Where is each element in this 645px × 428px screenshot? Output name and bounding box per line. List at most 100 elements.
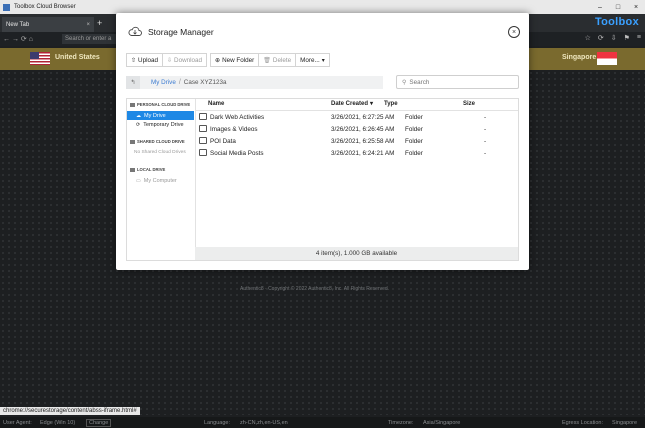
date-cell: 3/26/2021, 6:26:45 AM <box>331 126 395 133</box>
download-label: Download <box>174 56 203 64</box>
folder-name-label: POI Data <box>210 138 236 145</box>
table-row[interactable]: Images & Videos 3/26/2021, 6:26:45 AM Fo… <box>195 124 518 135</box>
close-icon: × <box>511 28 517 36</box>
delete-button[interactable]: 🗑 Delete <box>258 53 297 67</box>
app-icon <box>3 3 10 11</box>
file-browser-panel: PERSONAL CLOUD DRIVE ☁ My Drive ⟳ Tempor… <box>126 98 519 261</box>
language-label: Language: <box>204 419 230 426</box>
column-type[interactable]: Type <box>384 99 398 110</box>
cloud-icon: ☁ <box>136 112 141 119</box>
timezone-label: Timezone: <box>388 419 414 426</box>
folder-icon <box>199 137 207 144</box>
size-cell: - <box>484 114 487 121</box>
folder-name: POI Data <box>199 136 236 147</box>
browser-tab[interactable]: New Tab × <box>2 17 94 32</box>
drive-sidebar: PERSONAL CLOUD DRIVE ☁ My Drive ⟳ Tempor… <box>127 99 196 260</box>
download-icon[interactable]: ⇩ <box>611 34 617 42</box>
type-cell: Folder <box>405 126 423 133</box>
bookmark-icon[interactable]: ☆ <box>585 34 591 42</box>
size-cell: - <box>484 126 487 133</box>
maximize-button[interactable]: □ <box>609 0 627 14</box>
upload-label: Upload <box>138 56 158 64</box>
search-box: ⚲ <box>396 75 519 89</box>
close-dialog-button[interactable]: × <box>508 26 520 38</box>
user-agent-change-select[interactable]: Change <box>86 418 112 427</box>
user-icon <box>130 102 135 107</box>
table-row[interactable]: Social Media Posts 3/26/2021, 6:24:21 AM… <box>195 148 518 159</box>
sync-icon[interactable]: ⟳ <box>598 34 604 42</box>
add-icon: ⊕ <box>215 57 221 64</box>
sidebar-item-temporary-drive[interactable]: ⟳ Temporary Drive <box>127 120 194 129</box>
local-drive-header: LOCAL DRIVE <box>130 167 165 172</box>
column-date-created[interactable]: Date Created <box>331 99 368 110</box>
user-agent-label: User Agent: <box>3 419 32 426</box>
breadcrumb-my-drive[interactable]: My Drive <box>151 79 176 86</box>
window-controls: – □ × <box>591 0 645 14</box>
table-row[interactable]: Dark Web Activities 3/26/2021, 6:27:25 A… <box>195 112 518 123</box>
egress-country: Singapore <box>562 54 597 61</box>
new-tab-button[interactable]: + <box>97 18 107 29</box>
more-label: More... <box>300 56 320 64</box>
trash-icon: 🗑 <box>263 57 271 64</box>
table-row[interactable]: POI Data 3/26/2021, 6:25:58 AM Folder - <box>195 136 518 147</box>
column-size[interactable]: Size <box>463 99 475 110</box>
sidebar-item-label: Temporary Drive <box>143 121 184 128</box>
shared-drive-header: SHARED CLOUD DRIVE <box>130 139 185 144</box>
breadcrumb: ↰ My Drive / Case XYZ123a <box>126 76 383 89</box>
folder-name-label: Dark Web Activities <box>210 114 265 121</box>
sidebar-item-my-drive[interactable]: ☁ My Drive <box>127 111 194 120</box>
computer-icon <box>130 167 135 172</box>
search-input[interactable] <box>409 78 510 86</box>
folder-up-icon: ↰ <box>130 80 136 86</box>
date-cell: 3/26/2021, 6:25:58 AM <box>331 138 395 145</box>
folder-icon <box>199 149 207 156</box>
close-window-button[interactable]: × <box>627 0 645 14</box>
group-icon <box>130 139 135 144</box>
personal-drive-header-label: PERSONAL CLOUD DRIVE <box>137 102 191 107</box>
cloud-storage-icon <box>128 26 142 36</box>
user-agent-value: Edge (Win 10) <box>40 419 76 426</box>
tab-title: New Tab <box>6 21 30 28</box>
sidebar-item-label: My Drive <box>144 112 166 119</box>
download-button[interactable]: ⇩ Download <box>162 53 208 67</box>
date-cell: 3/26/2021, 6:24:21 AM <box>331 150 395 157</box>
breadcrumb-separator: / <box>178 79 181 86</box>
brand-logo: Toolbox <box>594 16 639 28</box>
folder-icon <box>199 125 207 132</box>
shared-drive-empty-text: No Shared Cloud Drives <box>134 150 186 155</box>
address-input[interactable]: Search or enter a <box>62 34 119 44</box>
new-folder-button[interactable]: ⊕ New Folder <box>210 53 260 67</box>
refresh-icon: ⟳ <box>136 121 141 128</box>
page-footnote: Authentic8 · Copyright © 2022 Authentic8… <box>240 286 390 292</box>
upload-button[interactable]: ⇧ Upload <box>126 53 163 67</box>
download-icon: ⇩ <box>167 57 173 64</box>
date-cell: 3/26/2021, 6:27:25 AM <box>331 114 395 121</box>
egress-location-value: Singapore <box>612 419 638 426</box>
origin-country: United States <box>55 54 100 61</box>
folder-icon <box>199 113 207 120</box>
parent-folder-button[interactable]: ↰ <box>126 76 140 89</box>
menu-icon[interactable]: ≡ <box>637 34 641 42</box>
sidebar-item-label: My Computer <box>143 177 177 184</box>
dialog-title: Storage Manager <box>148 27 214 37</box>
search-icon: ⚲ <box>402 79 407 86</box>
browser-tools: ☆ ⟳ ⇩ ⚑ ≡ <box>585 34 641 42</box>
file-table: Name Date Created ▾ Type Size Dark Web A… <box>195 99 518 260</box>
folder-name: Dark Web Activities <box>199 112 264 123</box>
minimize-button[interactable]: – <box>591 0 609 14</box>
new-folder-label: New Folder <box>222 56 255 64</box>
more-button[interactable]: More... ▾ <box>295 53 330 67</box>
singapore-flag-icon <box>597 52 617 65</box>
sidebar-item-my-computer[interactable]: ▭ My Computer <box>127 176 194 185</box>
monitor-icon: ▭ <box>136 177 141 184</box>
timezone-value: Asia/Singapore <box>423 419 461 426</box>
type-cell: Folder <box>405 150 423 157</box>
storage-summary: 4 item(s), 1.000 GB available <box>195 247 518 260</box>
breadcrumb-current-folder: Case XYZ123a <box>183 79 227 86</box>
tab-close-icon[interactable]: × <box>86 22 90 28</box>
column-name[interactable]: Name <box>208 99 224 110</box>
navigation-buttons[interactable]: ← → ⟳ ⌂ <box>3 35 33 43</box>
folder-name-label: Social Media Posts <box>210 150 264 157</box>
upload-icon: ⇧ <box>131 57 137 64</box>
flag-icon[interactable]: ⚑ <box>624 34 630 42</box>
